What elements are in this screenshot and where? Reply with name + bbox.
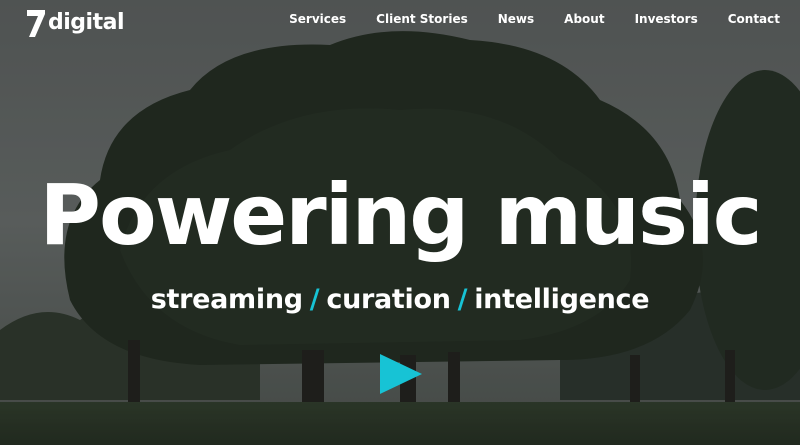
play-icon[interactable]: [376, 352, 424, 396]
tagline-curation: curation: [326, 284, 451, 315]
nav-item-contact[interactable]: Contact: [728, 12, 780, 26]
seven-logo-icon: [27, 10, 45, 37]
hero-headline: Powering music: [39, 166, 762, 264]
hero-section: digital Services Client Stories News Abo…: [0, 0, 800, 445]
site-header: digital Services Client Stories News Abo…: [0, 0, 800, 44]
tagline-streaming: streaming: [150, 284, 303, 315]
main-nav: Services Client Stories News About Inves…: [259, 12, 780, 26]
tagline-separator: /: [457, 284, 468, 315]
tagline-intelligence: intelligence: [474, 284, 650, 315]
nav-item-news[interactable]: News: [498, 12, 534, 26]
nav-item-services[interactable]: Services: [289, 12, 346, 26]
hero-tagline: streaming / curation / intelligence: [0, 282, 800, 318]
logo-text: digital: [48, 10, 124, 35]
logo-link[interactable]: digital: [26, 8, 124, 38]
tagline-separator: /: [309, 284, 320, 315]
nav-item-about[interactable]: About: [564, 12, 604, 26]
nav-item-investors[interactable]: Investors: [635, 12, 698, 26]
nav-item-client-stories[interactable]: Client Stories: [376, 12, 468, 26]
